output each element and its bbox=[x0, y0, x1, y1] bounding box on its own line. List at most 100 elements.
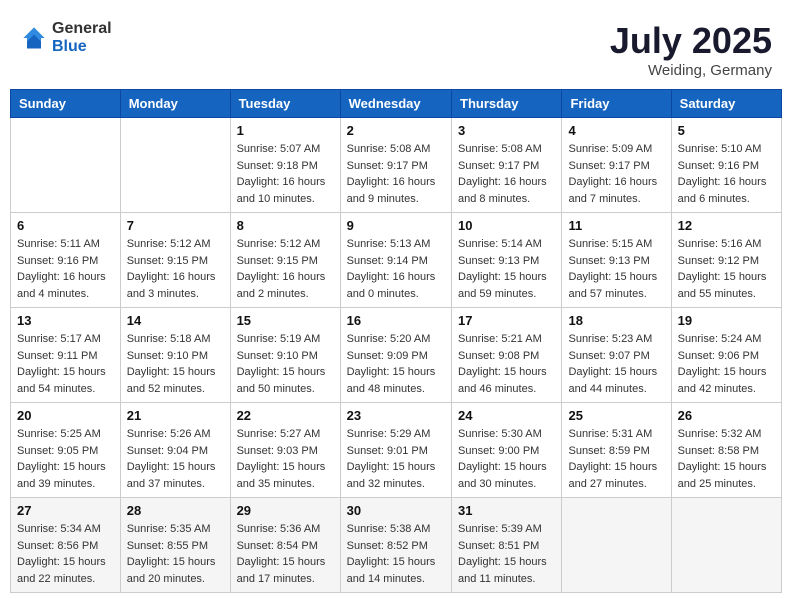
calendar-cell: 10 Sunrise: 5:14 AM Sunset: 9:13 PM Dayli… bbox=[452, 213, 562, 308]
day-number: 20 bbox=[17, 408, 114, 423]
month-year-title: July 2025 bbox=[610, 20, 772, 62]
calendar-cell: 5Sunrise: 5:10 AM Sunset: 9:16 PM Daylig… bbox=[671, 118, 781, 213]
weekday-header-thursday: Thursday bbox=[452, 90, 562, 118]
calendar-week-4: 20Sunrise: 5:25 AM Sunset: 9:05 PM Dayli… bbox=[11, 403, 782, 498]
day-number: 28 bbox=[127, 503, 224, 518]
day-info: Sunrise: 5:09 AM Sunset: 9:17 PM Dayligh… bbox=[568, 141, 664, 207]
day-number: 3 bbox=[458, 123, 555, 138]
day-number: 17 bbox=[458, 313, 555, 328]
day-number: 27 bbox=[17, 503, 114, 518]
day-info: Sunrise: 5:20 AM Sunset: 9:09 PM Dayligh… bbox=[347, 331, 445, 397]
day-number: 19 bbox=[678, 313, 775, 328]
day-number: 16 bbox=[347, 313, 445, 328]
weekday-header-tuesday: Tuesday bbox=[230, 90, 340, 118]
day-info: Sunrise: 5:36 AM Sunset: 8:54 PM Dayligh… bbox=[237, 521, 334, 587]
calendar-cell: 3 Sunrise: 5:08 AM Sunset: 9:17 PM Daylig… bbox=[452, 118, 562, 213]
calendar-week-1: 1Sunrise: 5:07 AM Sunset: 9:18 PM Daylig… bbox=[11, 118, 782, 213]
calendar-cell: 16 Sunrise: 5:20 AM Sunset: 9:09 PM Dayli… bbox=[340, 308, 451, 403]
day-info: Sunrise: 5:08 AM Sunset: 9:17 PM Dayligh… bbox=[347, 141, 445, 207]
calendar-cell: 17 Sunrise: 5:21 AM Sunset: 9:08 PM Dayli… bbox=[452, 308, 562, 403]
calendar-cell: 22 Sunrise: 5:27 AM Sunset: 9:03 PM Dayli… bbox=[230, 403, 340, 498]
weekday-header-row: SundayMondayTuesdayWednesdayThursdayFrid… bbox=[11, 90, 782, 118]
calendar-cell: 23Sunrise: 5:29 AM Sunset: 9:01 PM Dayli… bbox=[340, 403, 451, 498]
day-number: 18 bbox=[568, 313, 664, 328]
calendar-cell: 15Sunrise: 5:19 AM Sunset: 9:10 PM Dayli… bbox=[230, 308, 340, 403]
calendar-week-3: 13Sunrise: 5:17 AM Sunset: 9:11 PM Dayli… bbox=[11, 308, 782, 403]
calendar-cell bbox=[120, 118, 230, 213]
day-info: Sunrise: 5:23 AM Sunset: 9:07 PM Dayligh… bbox=[568, 331, 664, 397]
calendar-cell: 13Sunrise: 5:17 AM Sunset: 9:11 PM Dayli… bbox=[11, 308, 121, 403]
day-number: 7 bbox=[127, 218, 224, 233]
day-info: Sunrise: 5:32 AM Sunset: 8:58 PM Dayligh… bbox=[678, 426, 775, 492]
day-info: Sunrise: 5:29 AM Sunset: 9:01 PM Dayligh… bbox=[347, 426, 445, 492]
day-info: Sunrise: 5:30 AM Sunset: 9:00 PM Dayligh… bbox=[458, 426, 555, 492]
day-number: 21 bbox=[127, 408, 224, 423]
calendar-cell: 12 Sunrise: 5:16 AM Sunset: 9:12 PM Dayli… bbox=[671, 213, 781, 308]
calendar-cell: 11Sunrise: 5:15 AM Sunset: 9:13 PM Dayli… bbox=[562, 213, 671, 308]
calendar-week-2: 6 Sunrise: 5:11 AM Sunset: 9:16 PM Daylig… bbox=[11, 213, 782, 308]
day-number: 2 bbox=[347, 123, 445, 138]
day-number: 22 bbox=[237, 408, 334, 423]
day-info: Sunrise: 5:17 AM Sunset: 9:11 PM Dayligh… bbox=[17, 331, 114, 397]
logo-general: General bbox=[52, 20, 112, 38]
day-number: 8 bbox=[237, 218, 334, 233]
calendar-cell: 14 Sunrise: 5:18 AM Sunset: 9:10 PM Dayli… bbox=[120, 308, 230, 403]
weekday-header-saturday: Saturday bbox=[671, 90, 781, 118]
logo-text: General Blue bbox=[52, 20, 112, 55]
day-info: Sunrise: 5:38 AM Sunset: 8:52 PM Dayligh… bbox=[347, 521, 445, 587]
weekday-header-monday: Monday bbox=[120, 90, 230, 118]
day-info: Sunrise: 5:10 AM Sunset: 9:16 PM Dayligh… bbox=[678, 141, 775, 207]
calendar-cell bbox=[671, 498, 781, 593]
calendar-cell: 29 Sunrise: 5:36 AM Sunset: 8:54 PM Dayli… bbox=[230, 498, 340, 593]
day-info: Sunrise: 5:15 AM Sunset: 9:13 PM Dayligh… bbox=[568, 236, 664, 302]
logo-icon bbox=[20, 24, 48, 52]
title-section: July 2025 Weiding, Germany bbox=[610, 20, 772, 79]
day-info: Sunrise: 5:34 AM Sunset: 8:56 PM Dayligh… bbox=[17, 521, 114, 587]
calendar-cell: 1Sunrise: 5:07 AM Sunset: 9:18 PM Daylig… bbox=[230, 118, 340, 213]
day-info: Sunrise: 5:18 AM Sunset: 9:10 PM Dayligh… bbox=[127, 331, 224, 397]
day-number: 4 bbox=[568, 123, 664, 138]
weekday-header-wednesday: Wednesday bbox=[340, 90, 451, 118]
day-number: 29 bbox=[237, 503, 334, 518]
calendar-cell: 24 Sunrise: 5:30 AM Sunset: 9:00 PM Dayli… bbox=[452, 403, 562, 498]
calendar-cell: 30Sunrise: 5:38 AM Sunset: 8:52 PM Dayli… bbox=[340, 498, 451, 593]
calendar-cell: 31Sunrise: 5:39 AM Sunset: 8:51 PM Dayli… bbox=[452, 498, 562, 593]
page-header: General Blue July 2025 Weiding, Germany bbox=[10, 10, 782, 84]
day-info: Sunrise: 5:08 AM Sunset: 9:17 PM Dayligh… bbox=[458, 141, 555, 207]
day-info: Sunrise: 5:12 AM Sunset: 9:15 PM Dayligh… bbox=[237, 236, 334, 302]
day-number: 6 bbox=[17, 218, 114, 233]
calendar-cell: 6 Sunrise: 5:11 AM Sunset: 9:16 PM Daylig… bbox=[11, 213, 121, 308]
calendar-cell: 2 Sunrise: 5:08 AM Sunset: 9:17 PM Daylig… bbox=[340, 118, 451, 213]
day-info: Sunrise: 5:27 AM Sunset: 9:03 PM Dayligh… bbox=[237, 426, 334, 492]
day-number: 25 bbox=[568, 408, 664, 423]
logo: General Blue bbox=[20, 20, 112, 55]
day-info: Sunrise: 5:35 AM Sunset: 8:55 PM Dayligh… bbox=[127, 521, 224, 587]
calendar-cell: 25 Sunrise: 5:31 AM Sunset: 8:59 PM Dayli… bbox=[562, 403, 671, 498]
day-number: 10 bbox=[458, 218, 555, 233]
calendar-cell: 4 Sunrise: 5:09 AM Sunset: 9:17 PM Daylig… bbox=[562, 118, 671, 213]
day-info: Sunrise: 5:39 AM Sunset: 8:51 PM Dayligh… bbox=[458, 521, 555, 587]
calendar-cell: 7 Sunrise: 5:12 AM Sunset: 9:15 PM Daylig… bbox=[120, 213, 230, 308]
day-info: Sunrise: 5:21 AM Sunset: 9:08 PM Dayligh… bbox=[458, 331, 555, 397]
day-info: Sunrise: 5:16 AM Sunset: 9:12 PM Dayligh… bbox=[678, 236, 775, 302]
calendar-cell bbox=[562, 498, 671, 593]
calendar-cell: 28 Sunrise: 5:35 AM Sunset: 8:55 PM Dayli… bbox=[120, 498, 230, 593]
day-info: Sunrise: 5:07 AM Sunset: 9:18 PM Dayligh… bbox=[237, 141, 334, 207]
weekday-header-friday: Friday bbox=[562, 90, 671, 118]
day-info: Sunrise: 5:14 AM Sunset: 9:13 PM Dayligh… bbox=[458, 236, 555, 302]
day-info: Sunrise: 5:24 AM Sunset: 9:06 PM Dayligh… bbox=[678, 331, 775, 397]
day-info: Sunrise: 5:11 AM Sunset: 9:16 PM Dayligh… bbox=[17, 236, 114, 302]
logo-blue: Blue bbox=[52, 38, 112, 56]
weekday-header-sunday: Sunday bbox=[11, 90, 121, 118]
day-info: Sunrise: 5:31 AM Sunset: 8:59 PM Dayligh… bbox=[568, 426, 664, 492]
day-info: Sunrise: 5:12 AM Sunset: 9:15 PM Dayligh… bbox=[127, 236, 224, 302]
calendar-cell: 20Sunrise: 5:25 AM Sunset: 9:05 PM Dayli… bbox=[11, 403, 121, 498]
day-number: 24 bbox=[458, 408, 555, 423]
day-number: 14 bbox=[127, 313, 224, 328]
day-number: 15 bbox=[237, 313, 334, 328]
calendar-cell: 8 Sunrise: 5:12 AM Sunset: 9:15 PM Daylig… bbox=[230, 213, 340, 308]
day-number: 12 bbox=[678, 218, 775, 233]
location-title: Weiding, Germany bbox=[610, 62, 772, 79]
calendar-cell bbox=[11, 118, 121, 213]
calendar-cell: 27 Sunrise: 5:34 AM Sunset: 8:56 PM Dayli… bbox=[11, 498, 121, 593]
